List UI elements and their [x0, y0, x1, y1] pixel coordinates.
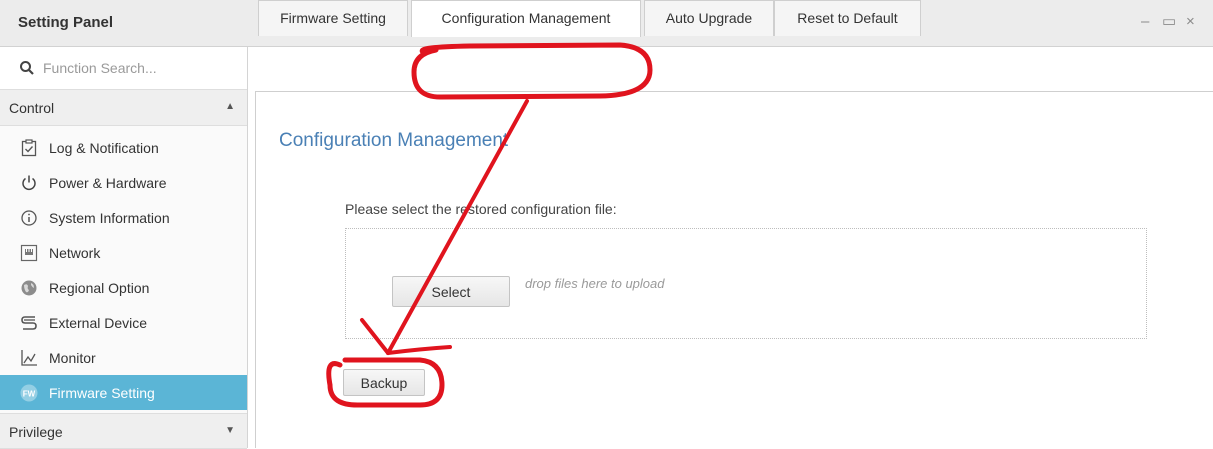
- sidebar-item-label: External Device: [49, 315, 148, 331]
- sidebar-item-label: System Information: [49, 210, 170, 226]
- chevron-down-icon: ▼: [225, 425, 235, 436]
- svg-text:FW: FW: [23, 390, 36, 399]
- sidebar-item-external-device[interactable]: External Device: [0, 305, 247, 340]
- chevron-up-icon: ▲: [225, 101, 235, 112]
- sidebar-item-system-information[interactable]: System Information: [0, 200, 247, 235]
- group-control[interactable]: Control ▲: [0, 90, 247, 126]
- group-privilege[interactable]: Privilege ▼: [0, 413, 247, 449]
- tab-firmware-setting[interactable]: Firmware Setting: [258, 0, 408, 36]
- sidebar-item-label: Monitor: [49, 350, 96, 366]
- sidebar-item-label: Power & Hardware: [49, 175, 167, 191]
- maximize-icon[interactable]: ▭: [1162, 12, 1176, 32]
- function-search[interactable]: Function Search...: [0, 47, 247, 90]
- tab-auto-upgrade[interactable]: Auto Upgrade: [644, 0, 774, 36]
- sidebar-item-monitor[interactable]: Monitor: [0, 340, 247, 375]
- group-privilege-label: Privilege: [9, 424, 63, 440]
- search-placeholder: Function Search...: [43, 60, 157, 76]
- window-title: Setting Panel: [18, 14, 114, 31]
- monitor-chart-icon: [21, 350, 37, 366]
- annotation-circle-tab: [411, 42, 653, 100]
- info-icon: [21, 210, 37, 226]
- globe-icon: [21, 280, 37, 296]
- sidebar-item-power-hardware[interactable]: Power & Hardware: [0, 165, 247, 200]
- sidebar-item-network[interactable]: Network: [0, 235, 247, 270]
- sidebar-item-label: Firmware Setting: [49, 385, 155, 401]
- backup-button[interactable]: Backup: [343, 369, 425, 396]
- drop-hint: drop files here to upload: [525, 276, 665, 291]
- sidebar-item-label: Log & Notification: [49, 140, 159, 156]
- sidebar-item-label: Regional Option: [49, 280, 150, 296]
- minimize-icon[interactable]: –: [1141, 12, 1149, 32]
- tab-configuration-management[interactable]: Configuration Management: [411, 0, 641, 37]
- firmware-icon: FW: [20, 384, 38, 402]
- network-icon: [20, 244, 38, 262]
- search-icon: [20, 61, 34, 75]
- sidebar-item-label: Network: [49, 245, 101, 261]
- power-icon: [22, 175, 36, 191]
- tab-reset-to-default[interactable]: Reset to Default: [774, 0, 921, 36]
- sidebar-item-regional-option[interactable]: Regional Option: [0, 270, 247, 305]
- select-button[interactable]: Select: [392, 276, 510, 307]
- section-title: Configuration Management: [279, 130, 509, 151]
- clipboard-check-icon: [21, 139, 37, 157]
- close-icon[interactable]: ×: [1186, 12, 1195, 32]
- group-control-label: Control: [9, 100, 55, 116]
- sidebar-item-firmware-setting[interactable]: FW Firmware Setting: [0, 375, 247, 410]
- external-device-icon: [21, 316, 37, 330]
- sidebar: Function Search... Control ▲ Log & Notif…: [0, 47, 248, 449]
- restore-prompt: Please select the restored configuration…: [345, 201, 617, 217]
- sidebar-item-log-notification[interactable]: Log & Notification: [0, 130, 247, 165]
